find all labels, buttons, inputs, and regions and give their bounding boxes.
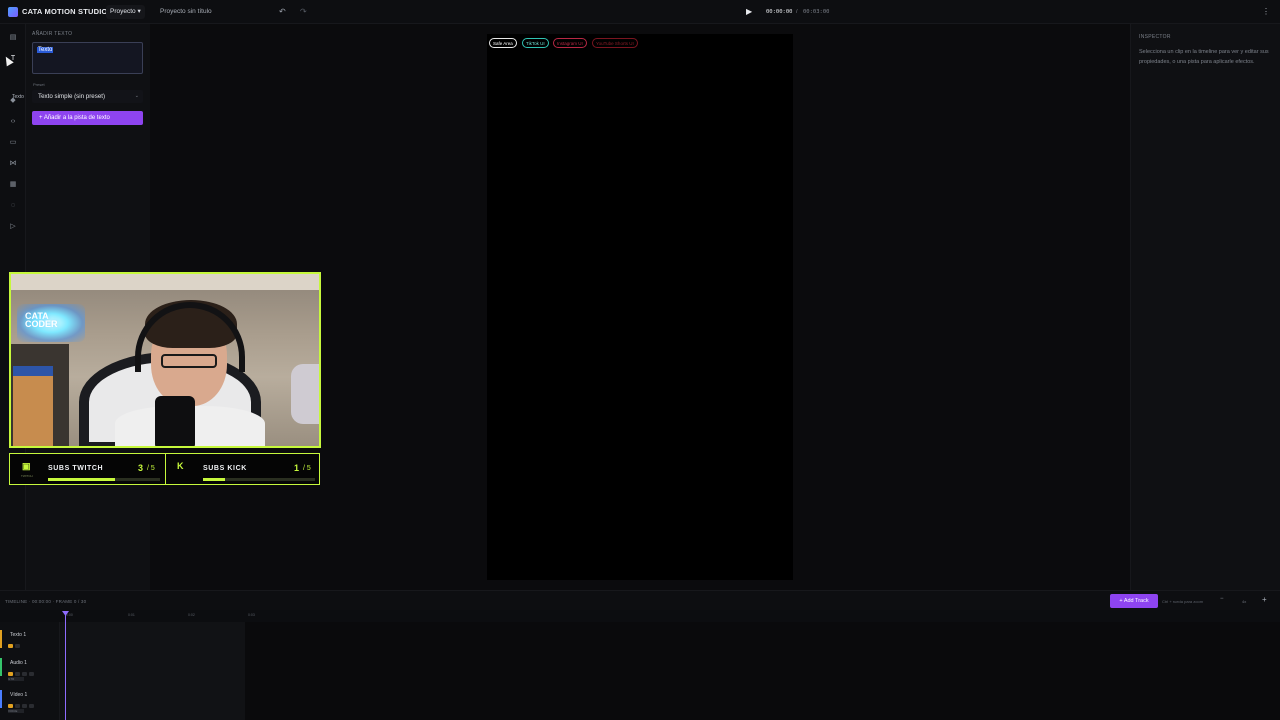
track-visibility-toggle[interactable] — [8, 704, 13, 708]
preset-select-value: Texto simple (sin preset) — [38, 93, 106, 100]
preset-label: Preset — [33, 82, 45, 87]
instagram-ui-toggle[interactable]: Instagram UI — [553, 38, 587, 48]
youtube-ui-toggle[interactable]: YouTube Shorts UI — [592, 38, 638, 48]
webcam-pillow — [291, 364, 319, 424]
timeline-toolbar: TIMELINE · 00:00:00 · FRAME 0 / 30 + Add… — [0, 590, 1280, 610]
kick-icon: K — [177, 461, 184, 471]
track-header-video[interactable]: Vídeo 1 VOICE — [0, 686, 60, 713]
subs-widget: ▣ TWITCH SUBS TWITCH 3 / 5 K SUBS KICK 1… — [9, 453, 320, 485]
inspector-hint: Selecciona un clip en la timeline para v… — [1139, 49, 1269, 65]
text-input-value[interactable]: Texto — [37, 47, 54, 53]
twitch-icon: ▣ — [22, 461, 31, 471]
track-visibility-toggle[interactable] — [8, 672, 13, 676]
microphone — [155, 396, 195, 446]
subs-twitch-progress-fill — [48, 478, 116, 481]
timeline-label: TIMELINE · 00:00:00 · FRAME 0 / 30 — [5, 599, 87, 604]
grid-icon[interactable]: ▦ — [8, 180, 18, 190]
subs-twitch-progress — [48, 478, 160, 481]
total-time: 00:03:00 — [803, 9, 830, 15]
inspector-title: INSPECTOR — [1139, 34, 1171, 40]
panel-heading: AÑADIR TEXTO — [32, 31, 73, 37]
subs-kick-progress-fill — [203, 478, 226, 481]
track-name: Vídeo 1 — [10, 692, 28, 698]
subs-kick-progress — [203, 478, 315, 481]
neon-sign-logo: CATA CODER — [25, 311, 58, 329]
tiktok-ui-toggle[interactable]: TikTok UI — [522, 38, 549, 48]
subs-kick-label: SUBS KICK — [203, 465, 247, 472]
zoom-value: 4x — [1242, 599, 1247, 604]
text-input[interactable]: Texto — [32, 42, 143, 74]
time-separator: / — [796, 9, 798, 15]
track-fx-chip[interactable]: GTR — [8, 677, 24, 681]
webcam-ceiling — [11, 274, 319, 290]
zoom-in-icon[interactable]: + — [1262, 595, 1267, 604]
subs-twitch-label: SUBS TWITCH — [48, 465, 104, 472]
track-lock-toggle[interactable] — [15, 644, 20, 648]
track-lock-toggle[interactable] — [15, 704, 20, 708]
preset-select[interactable]: Texto simple (sin preset) ⌄ — [32, 90, 143, 103]
project-menu-button[interactable]: Proyecto ▾ — [106, 5, 145, 19]
safe-area-toggle[interactable]: Safe Area — [489, 38, 517, 48]
undo-icon[interactable]: ↶ — [279, 7, 286, 16]
webcam-drawer — [13, 366, 53, 446]
play-icon[interactable]: ▶ — [746, 7, 752, 16]
timeline-tracks: Texto 1 Audio 1 GTR Vídeo 1 VOICE — [0, 622, 1280, 720]
transition-icon[interactable]: ⋈ — [8, 159, 18, 169]
ruler-tick: 0:03 — [248, 613, 255, 617]
more-options-icon[interactable]: ⋮ — [1262, 7, 1270, 16]
track-fx-chip[interactable]: VOICE — [8, 709, 24, 713]
subs-twitch-total: / 5 — [147, 465, 155, 472]
ruler-tick: 0:01 — [128, 613, 135, 617]
track-solo-toggle[interactable] — [29, 672, 34, 676]
current-time: 00:00:00 — [766, 9, 793, 15]
glasses — [161, 354, 217, 368]
playhead-line — [65, 615, 66, 720]
track-mute-toggle[interactable] — [22, 672, 27, 676]
app-title: CATA MOTION STUDIO — [22, 7, 108, 16]
code-icon[interactable]: ‹› — [8, 117, 18, 127]
timeline-ruler[interactable]: 0:00 0:01 0:02 0:03 — [0, 610, 1280, 622]
track-color-marker — [0, 630, 2, 648]
track-header-text[interactable]: Texto 1 — [0, 626, 60, 652]
track-clip-area[interactable] — [60, 622, 245, 720]
inspector-panel: INSPECTOR Selecciona un clip en la timel… — [1130, 24, 1280, 590]
track-color-marker — [0, 658, 2, 676]
track-color-marker — [0, 690, 2, 708]
track-lock-toggle[interactable] — [15, 672, 20, 676]
project-name[interactable]: Proyecto sin título — [160, 8, 212, 15]
ruler-tick: 0:02 — [188, 613, 195, 617]
redo-icon[interactable]: ↷ — [300, 7, 307, 16]
track-name: Audio 1 — [10, 660, 27, 666]
twitch-caption: TWITCH — [21, 474, 33, 478]
subs-kick-total: / 5 — [303, 465, 311, 472]
top-bar: CATA MOTION STUDIO Proyecto ▾ Proyecto s… — [0, 0, 1280, 24]
track-headers: Texto 1 Audio 1 GTR Vídeo 1 VOICE — [0, 622, 60, 720]
subs-divider — [165, 454, 166, 484]
track-solo-toggle[interactable] — [29, 704, 34, 708]
subs-twitch-count: 3 — [138, 463, 144, 473]
track-mute-toggle[interactable] — [22, 704, 27, 708]
track-name: Texto 1 — [10, 632, 27, 638]
add-track-button[interactable]: + Add Track — [1110, 594, 1158, 608]
track-header-audio[interactable]: Audio 1 GTR — [0, 654, 60, 681]
subs-kick-count: 1 — [294, 463, 300, 473]
preview-canvas[interactable] — [487, 34, 793, 580]
zoom-out-icon[interactable]: − — [1220, 596, 1224, 602]
layers-icon[interactable]: ▤ — [8, 33, 18, 43]
app-logo-icon — [8, 7, 18, 17]
shapes-icon[interactable]: ◆ — [8, 96, 18, 106]
webcam-overlay: CATA CODER — [9, 272, 321, 448]
add-to-text-track-button[interactable]: + Añadir a la pista de texto — [32, 111, 143, 125]
comment-icon[interactable]: ▭ — [8, 138, 18, 148]
track-visibility-toggle[interactable] — [8, 644, 13, 648]
render-play-icon[interactable]: ▷ — [8, 222, 18, 232]
effects-icon[interactable]: ◌ — [8, 201, 18, 211]
zoom-hint: Ctrl + rueda para zoom — [1162, 599, 1204, 604]
chevron-down-icon: ⌄ — [134, 93, 139, 99]
